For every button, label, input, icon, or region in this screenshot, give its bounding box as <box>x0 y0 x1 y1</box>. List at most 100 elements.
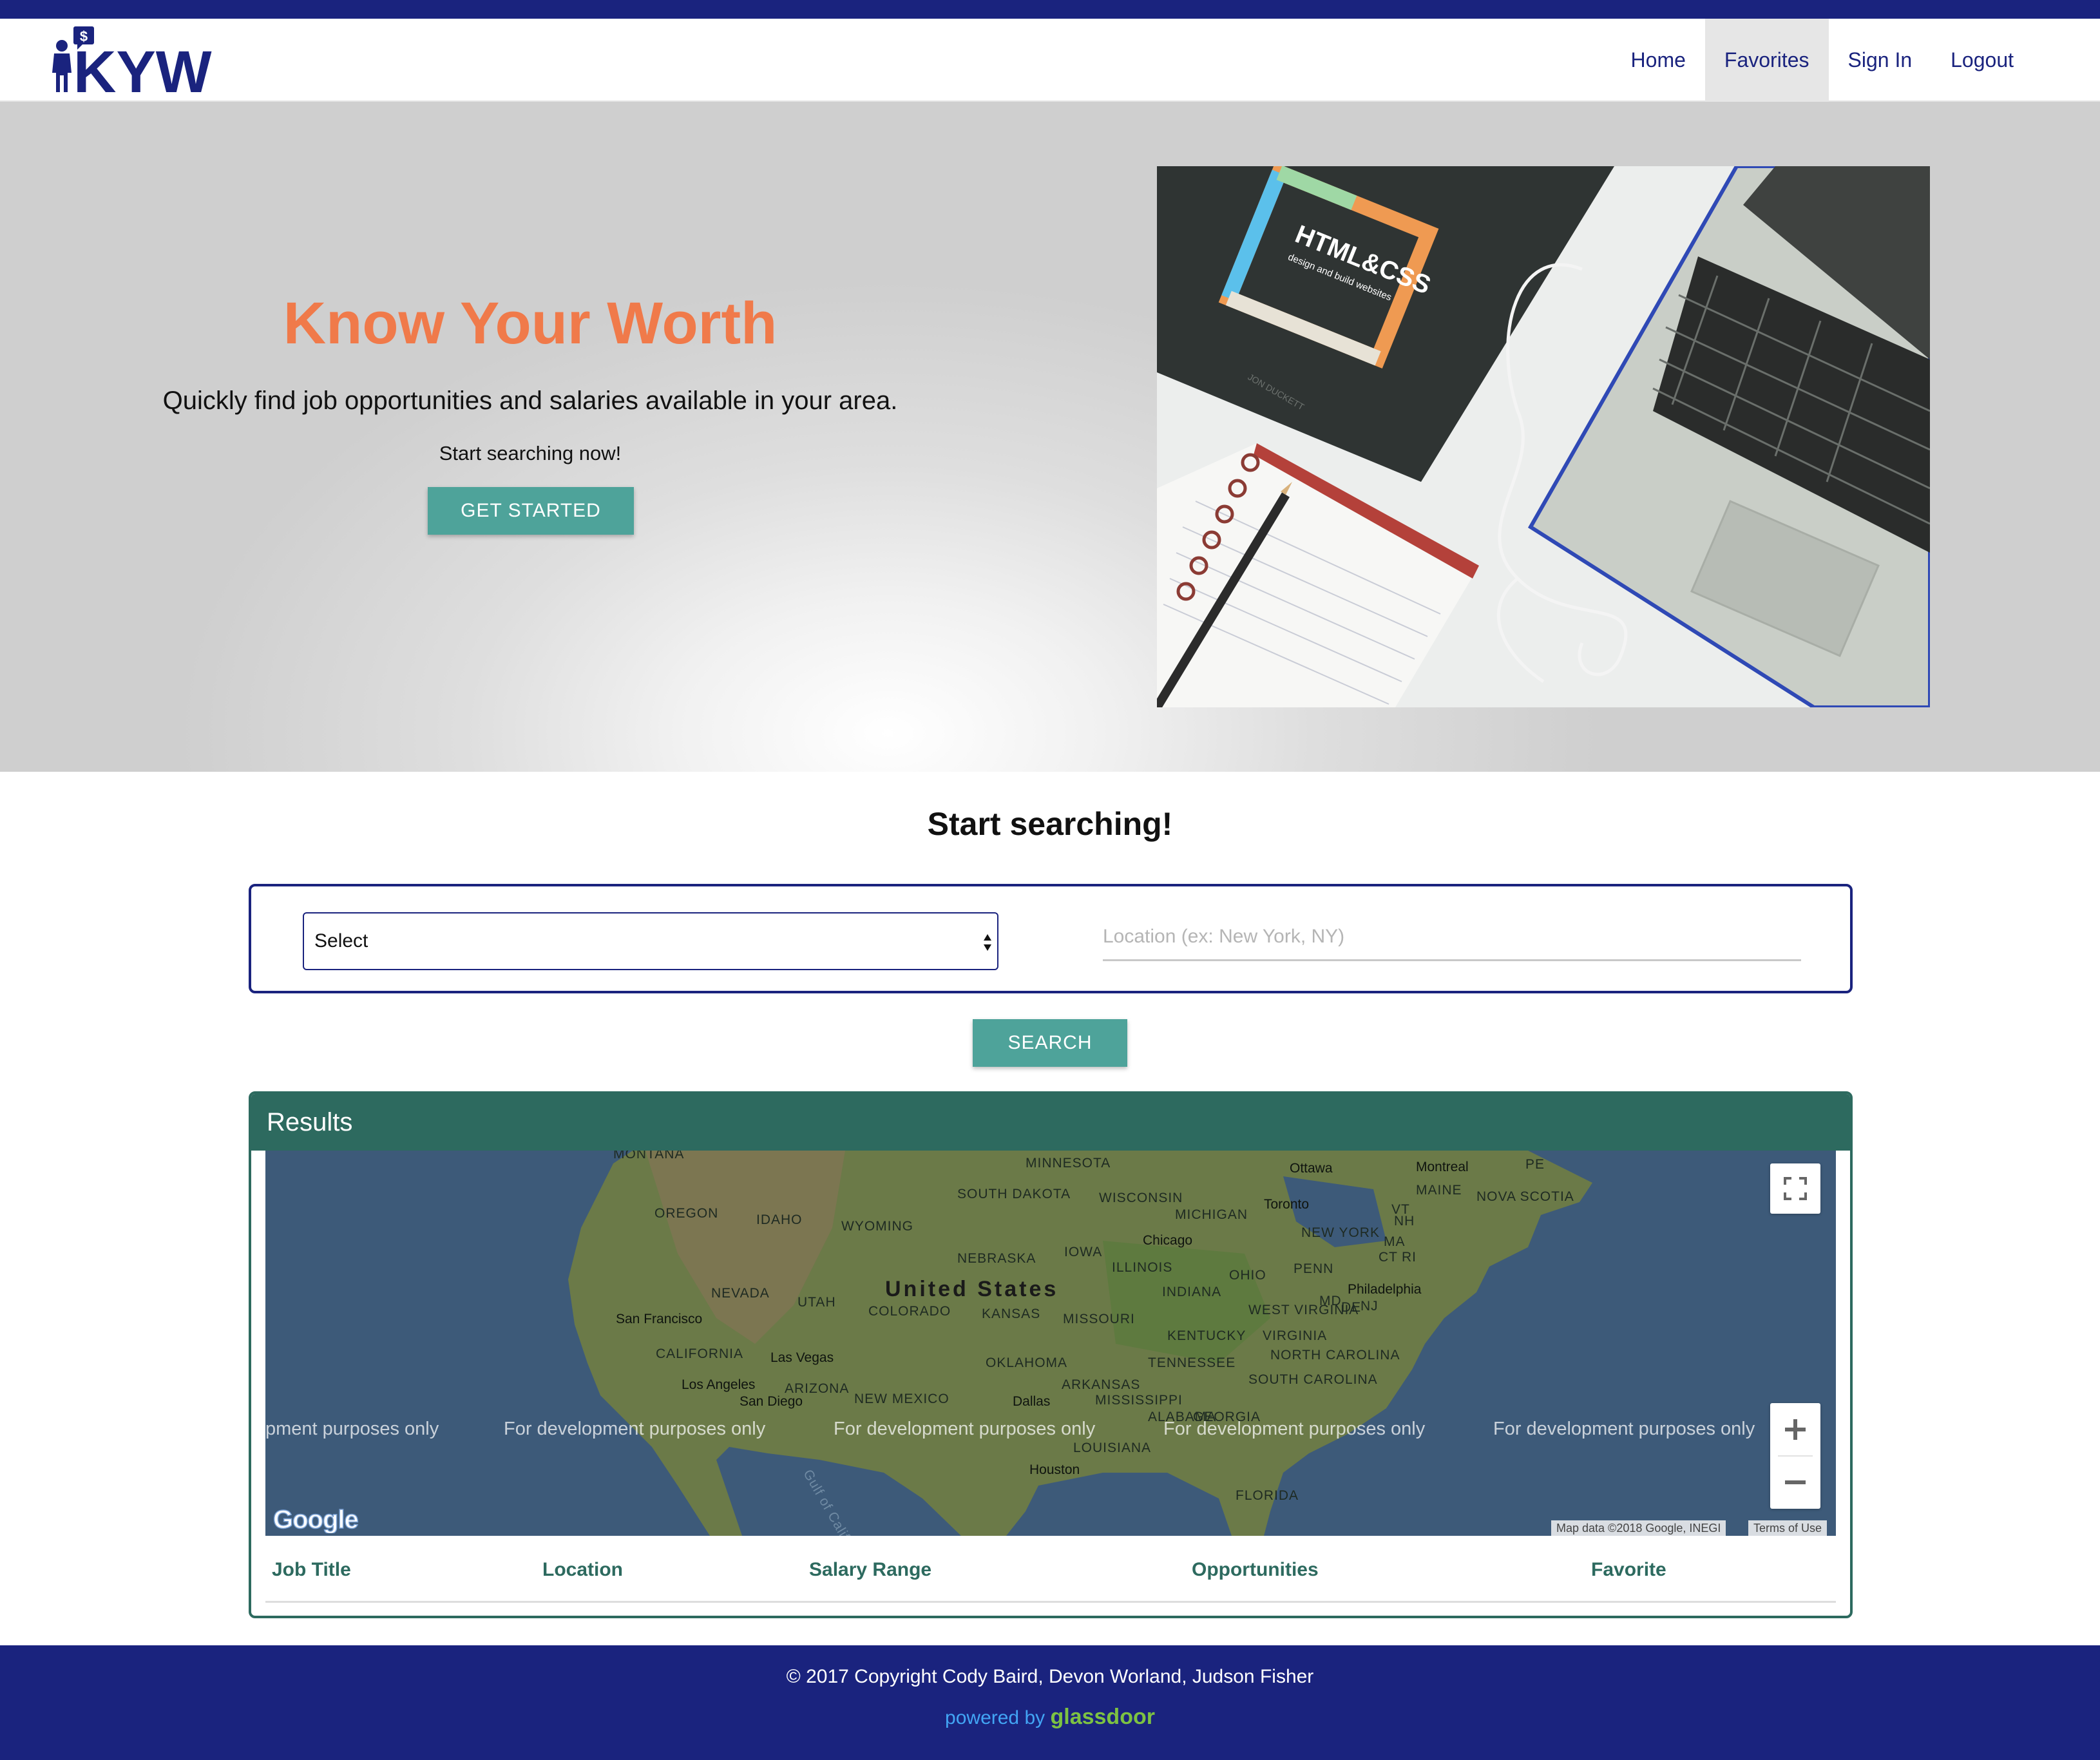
nav-home[interactable]: Home <box>1612 19 1705 102</box>
desk-laptop-book-illustration: HTML&CSS design and build websites JON D… <box>1157 166 1930 707</box>
map-label-wyoming: WYOMING <box>841 1219 913 1234</box>
map-terms-link[interactable]: Terms of Use <box>1748 1520 1828 1536</box>
fullscreen-button[interactable] <box>1770 1163 1820 1214</box>
select-value: Select <box>314 930 368 952</box>
map-label-oklahoma: OKLAHOMA <box>986 1355 1068 1370</box>
map-label-ottawa: Ottawa <box>1290 1161 1333 1176</box>
google-logo[interactable]: Google <box>272 1504 362 1536</box>
svg-text:Google: Google <box>273 1506 358 1533</box>
hero-section: Know Your Worth Quickly find job opportu… <box>0 102 2100 772</box>
map-label-minnesota: MINNESOTA <box>1026 1156 1111 1171</box>
results-panel: Results MONTANA MINNESOTA Ottawa Montrea… <box>249 1091 1853 1618</box>
kyw-logo[interactable]: $ KYW <box>48 24 215 105</box>
up-down-arrows-icon <box>984 934 991 951</box>
copyright-text: © 2017 Copyright Cody Baird, Devon Worla… <box>786 1666 1314 1687</box>
map-label-maine: MAINE <box>1416 1183 1462 1198</box>
col-salary-range[interactable]: Salary Range <box>809 1559 931 1581</box>
plus-icon <box>1785 1419 1806 1440</box>
map-attribution: Map data ©2018 Google, INEGI <box>1551 1520 1726 1536</box>
map-label-arkansas: ARKANSAS <box>1062 1377 1141 1392</box>
zoom-in-button[interactable] <box>1770 1403 1820 1456</box>
nav-logout[interactable]: Logout <box>1931 19 2033 102</box>
job-title-select[interactable]: Select <box>303 912 998 970</box>
results-map[interactable]: MONTANA MINNESOTA Ottawa Montreal PE SOU… <box>265 1151 1836 1536</box>
map-label-chicago: Chicago <box>1143 1233 1193 1248</box>
map-label-iowa: IOWA <box>1064 1245 1103 1259</box>
map-label-michigan: MICHIGAN <box>1175 1207 1248 1222</box>
minus-icon <box>1785 1480 1806 1484</box>
dev-watermark: pment purposes only <box>265 1419 439 1439</box>
map-label-nh: NH <box>1394 1214 1415 1229</box>
zoom-divider <box>1778 1455 1813 1457</box>
map-label-mississippi: MISSISSIPPI <box>1095 1393 1183 1408</box>
map-label-missouri: MISSOURI <box>1063 1312 1135 1326</box>
nav-sign-in[interactable]: Sign In <box>1829 19 1932 102</box>
person-with-dollar-sign-icon: $ KYW <box>52 26 212 105</box>
fullscreen-icon <box>1784 1177 1807 1200</box>
map-label-philadelphia: Philadelphia <box>1348 1282 1422 1297</box>
results-header: Results <box>251 1094 1850 1151</box>
dev-watermark: For development purposes only <box>1163 1419 1426 1439</box>
map-label-colorado: COLORADO <box>868 1304 951 1319</box>
map-label-west-virginia: WEST VIRGINIA <box>1248 1303 1359 1317</box>
map-label-united-states: United States <box>885 1277 1059 1301</box>
map-label-kentucky: KENTUCKY <box>1167 1328 1246 1343</box>
map-label-idaho: IDAHO <box>756 1212 803 1227</box>
map-label-illinois: ILLINOIS <box>1112 1260 1173 1275</box>
location-input[interactable] <box>1103 913 1801 961</box>
map-label-north-carolina: NORTH CAROLINA <box>1270 1348 1400 1363</box>
map-label-las-vegas: Las Vegas <box>770 1350 834 1365</box>
map-label-nevada: NEVADA <box>711 1286 770 1301</box>
map-label-san-diego: San Diego <box>740 1394 803 1409</box>
map-label-nova-scotia: NOVA SCOTIA <box>1476 1189 1574 1204</box>
search-title: Start searching! <box>927 806 1173 842</box>
map-label-los-angeles: Los Angeles <box>682 1377 756 1392</box>
map-label-ma: MA <box>1384 1234 1406 1249</box>
map-label-new-york: NEW YORK <box>1301 1225 1380 1240</box>
map-label-montana: MONTANA <box>613 1151 685 1162</box>
map-label-houston: Houston <box>1029 1462 1080 1477</box>
logo-text: KYW <box>73 39 212 96</box>
map-label-wisconsin: WISCONSIN <box>1099 1191 1183 1205</box>
col-opportunities[interactable]: Opportunities <box>1192 1559 1319 1581</box>
hero-text-block: Know Your Worth Quickly find job opportu… <box>0 102 1060 772</box>
google-wordmark: Google <box>272 1505 359 1535</box>
hero-image: HTML&CSS design and build websites JON D… <box>1157 166 1930 707</box>
map-label-nebraska: NEBRASKA <box>957 1251 1036 1266</box>
dev-watermark: For development purposes only <box>1493 1419 1755 1439</box>
main-nav: Home Favorites Sign In Logout <box>1612 19 2100 102</box>
col-favorite[interactable]: Favorite <box>1591 1559 1666 1581</box>
col-job-title[interactable]: Job Title <box>272 1559 351 1581</box>
results-table-header: Job Title Location Salary Range Opportun… <box>265 1536 1836 1603</box>
map-label-ohio: OHIO <box>1229 1268 1266 1283</box>
map-label-tennessee: TENNESSEE <box>1148 1355 1236 1370</box>
zoom-out-button[interactable] <box>1770 1456 1820 1509</box>
map-label-florida: FLORIDA <box>1236 1488 1299 1503</box>
search-button[interactable]: SEARCH <box>973 1019 1127 1067</box>
top-accent-bar <box>0 0 2100 19</box>
map-label-ri: RI <box>1402 1250 1417 1265</box>
powered-by-label: powered by <box>945 1707 1045 1728</box>
map-label-nj: NJ <box>1360 1299 1379 1314</box>
dev-watermark: For development purposes only <box>834 1419 1096 1439</box>
map-label-dallas: Dallas <box>1013 1394 1051 1409</box>
map-label-montreal: Montreal <box>1416 1160 1469 1174</box>
nav-favorites[interactable]: Favorites <box>1704 19 1829 102</box>
col-location[interactable]: Location <box>542 1559 623 1581</box>
map-label-san-francisco: San Francisco <box>616 1312 703 1326</box>
map-label-pe: PE <box>1525 1157 1545 1172</box>
dev-watermark: For development purposes only <box>504 1419 766 1439</box>
hero-subtitle: Quickly find job opportunities and salar… <box>162 387 898 415</box>
get-started-button[interactable]: GET STARTED <box>428 487 634 535</box>
usa-land-shape <box>568 1151 1592 1536</box>
map-label-kansas: KANSAS <box>982 1306 1041 1321</box>
map-label-virginia: VIRGINIA <box>1263 1328 1328 1343</box>
map-label-south-carolina: SOUTH CAROLINA <box>1248 1372 1378 1387</box>
map-label-louisiana: LOUISIANA <box>1073 1440 1152 1455</box>
search-form: Select <box>249 884 1853 993</box>
glassdoor-logo[interactable]: glassdoor <box>1050 1705 1154 1729</box>
hero-title: Know Your Worth <box>283 291 778 356</box>
powered-by[interactable]: powered by glassdoor <box>0 1705 2100 1730</box>
map-label-toronto: Toronto <box>1264 1197 1310 1212</box>
